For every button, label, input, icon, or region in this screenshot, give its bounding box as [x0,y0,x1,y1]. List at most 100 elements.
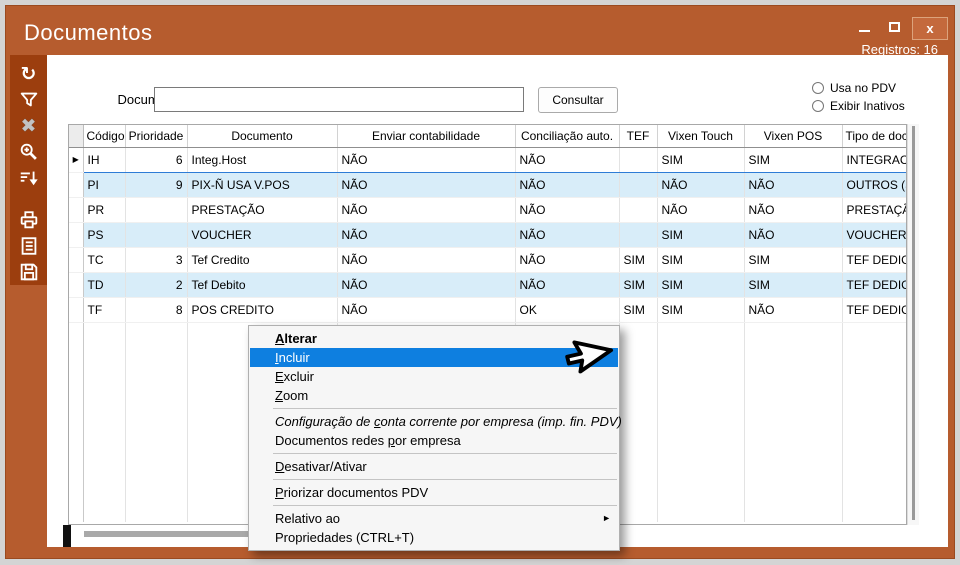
cell-codigo[interactable]: IH [83,147,125,172]
cell-vixen-pos[interactable]: NÃO [744,197,842,222]
menu-documentos-redes[interactable]: Documentos redes por empresa [249,431,619,450]
cell-codigo[interactable]: TF [83,297,125,322]
cell-prioridade[interactable]: 2 [125,272,187,297]
vertical-scrollbar[interactable] [907,124,919,525]
zoom-icon[interactable] [16,140,42,165]
cell-vixen-touch[interactable]: NÃO [657,197,744,222]
cell-codigo[interactable]: PI [83,172,125,197]
column-header-enviar-contabilidade[interactable]: Enviar contabilidade [337,125,515,147]
grid-splitter-handle[interactable] [63,525,71,547]
table-row-TC[interactable]: TC3Tef CreditoNÃONÃOSIMSIMSIMTEF DEDICAD… [69,247,906,272]
refresh-icon[interactable]: ↻ [16,62,42,87]
cell-prioridade[interactable]: 8 [125,297,187,322]
cell-enviar-contabilidade[interactable]: NÃO [337,297,515,322]
radio-exibir-inativos[interactable]: Exibir Inativos [812,99,905,113]
cell-vixen-touch[interactable]: SIM [657,222,744,247]
cell-conciliacao-auto[interactable]: OK [515,297,619,322]
cell-enviar-contabilidade[interactable]: NÃO [337,197,515,222]
cell-tef[interactable] [619,197,657,222]
table-row-TD[interactable]: TD2Tef DebitoNÃONÃOSIMSIMSIMTEF DEDICADO [69,272,906,297]
cell-prioridade[interactable]: 3 [125,247,187,272]
column-header-codigo[interactable]: Código [83,125,125,147]
sort-icon[interactable] [16,166,42,191]
save-icon[interactable] [16,259,42,284]
minimize-button[interactable] [852,17,878,40]
table-row-PS[interactable]: PSVOUCHERNÃONÃOSIMNÃOVOUCHER [69,222,906,247]
menu-desativar-ativar[interactable]: Desativar/Ativar [249,457,619,476]
filter-icon[interactable] [16,88,42,113]
cell-tipo-documento[interactable]: TEF DEDICADO [842,272,906,297]
cell-documento[interactable]: VOUCHER [187,222,337,247]
column-header-documento[interactable]: Documento [187,125,337,147]
cell-tef[interactable]: SIM [619,247,657,272]
cell-enviar-contabilidade[interactable]: NÃO [337,272,515,297]
cell-enviar-contabilidade[interactable]: NÃO [337,147,515,172]
cell-vixen-pos[interactable]: SIM [744,147,842,172]
cell-tipo-documento[interactable]: TEF DEDICADO [842,247,906,272]
cell-prioridade[interactable] [125,197,187,222]
menu-alterar[interactable]: Alterar [249,329,619,348]
cell-tef[interactable] [619,222,657,247]
cell-tipo-documento[interactable]: PRESTAÇÃO [842,197,906,222]
cell-codigo[interactable]: PS [83,222,125,247]
column-header-tipo-documento[interactable]: Tipo de documento [842,125,906,147]
cell-vixen-touch[interactable]: SIM [657,147,744,172]
cell-tipo-documento[interactable]: OUTROS (SEM [842,172,906,197]
cell-codigo[interactable]: TC [83,247,125,272]
cell-tipo-documento[interactable]: INTEGRACAO [842,147,906,172]
cell-vixen-pos[interactable]: NÃO [744,222,842,247]
document-search-input[interactable] [154,87,524,112]
cell-vixen-touch[interactable]: SIM [657,272,744,297]
cell-tef[interactable]: SIM [619,297,657,322]
print-icon[interactable] [16,207,42,232]
cell-enviar-contabilidade[interactable]: NÃO [337,172,515,197]
cell-tipo-documento[interactable]: VOUCHER [842,222,906,247]
column-header-conciliacao-auto[interactable]: Conciliação auto. [515,125,619,147]
cell-enviar-contabilidade[interactable]: NÃO [337,247,515,272]
clear-icon[interactable]: ✖ [16,114,42,139]
column-header-tef[interactable]: TEF [619,125,657,147]
cell-codigo[interactable]: TD [83,272,125,297]
cell-vixen-touch[interactable]: NÃO [657,172,744,197]
cell-vixen-pos[interactable]: NÃO [744,172,842,197]
column-header-vixen-pos[interactable]: Vixen POS [744,125,842,147]
table-row-IH[interactable]: ▶IH6Integ.HostNÃONÃOSIMSIMINTEGRACAO [69,147,906,172]
cell-conciliacao-auto[interactable]: NÃO [515,172,619,197]
menu-propriedades[interactable]: Propriedades (CTRL+T) [249,528,619,547]
cell-vixen-touch[interactable]: SIM [657,297,744,322]
cell-conciliacao-auto[interactable]: NÃO [515,247,619,272]
cell-documento[interactable]: POS CREDITO [187,297,337,322]
cell-prioridade[interactable] [125,222,187,247]
radio-usa-no-pdv[interactable]: Usa no PDV [812,81,896,95]
cell-prioridade[interactable]: 9 [125,172,187,197]
cell-documento[interactable]: PIX-Ñ USA V.POS [187,172,337,197]
cell-documento[interactable]: Integ.Host [187,147,337,172]
cell-vixen-pos[interactable]: SIM [744,247,842,272]
menu-relativo-ao[interactable]: Relativo ao► [249,509,619,528]
report-icon[interactable] [16,233,42,258]
menu-configuracao-conta-corrente[interactable]: Configuração de conta corrente por empre… [249,412,619,431]
maximize-button[interactable] [882,17,908,40]
cell-tipo-documento[interactable]: TEF DEDICADO [842,297,906,322]
cell-conciliacao-auto[interactable]: NÃO [515,147,619,172]
table-row-PR[interactable]: PRPRESTAÇÃONÃONÃONÃONÃOPRESTAÇÃO [69,197,906,222]
cell-documento[interactable]: Tef Debito [187,272,337,297]
column-header-vixen-touch[interactable]: Vixen Touch [657,125,744,147]
cell-vixen-touch[interactable]: SIM [657,247,744,272]
table-row-PI[interactable]: PI9PIX-Ñ USA V.POSNÃONÃONÃONÃOOUTROS (SE… [69,172,906,197]
close-button[interactable]: x [912,17,948,40]
cell-prioridade[interactable]: 6 [125,147,187,172]
cell-tef[interactable]: SIM [619,272,657,297]
consultar-button[interactable]: Consultar [538,87,618,113]
menu-zoom[interactable]: Zoom [249,386,619,405]
cell-codigo[interactable]: PR [83,197,125,222]
cell-conciliacao-auto[interactable]: NÃO [515,197,619,222]
vertical-scrollbar-thumb[interactable] [912,126,915,520]
cell-conciliacao-auto[interactable]: NÃO [515,272,619,297]
cell-tef[interactable] [619,172,657,197]
cell-vixen-pos[interactable]: NÃO [744,297,842,322]
column-header-prioridade[interactable]: Prioridade [125,125,187,147]
cell-tef[interactable] [619,147,657,172]
cell-documento[interactable]: PRESTAÇÃO [187,197,337,222]
cell-documento[interactable]: Tef Credito [187,247,337,272]
